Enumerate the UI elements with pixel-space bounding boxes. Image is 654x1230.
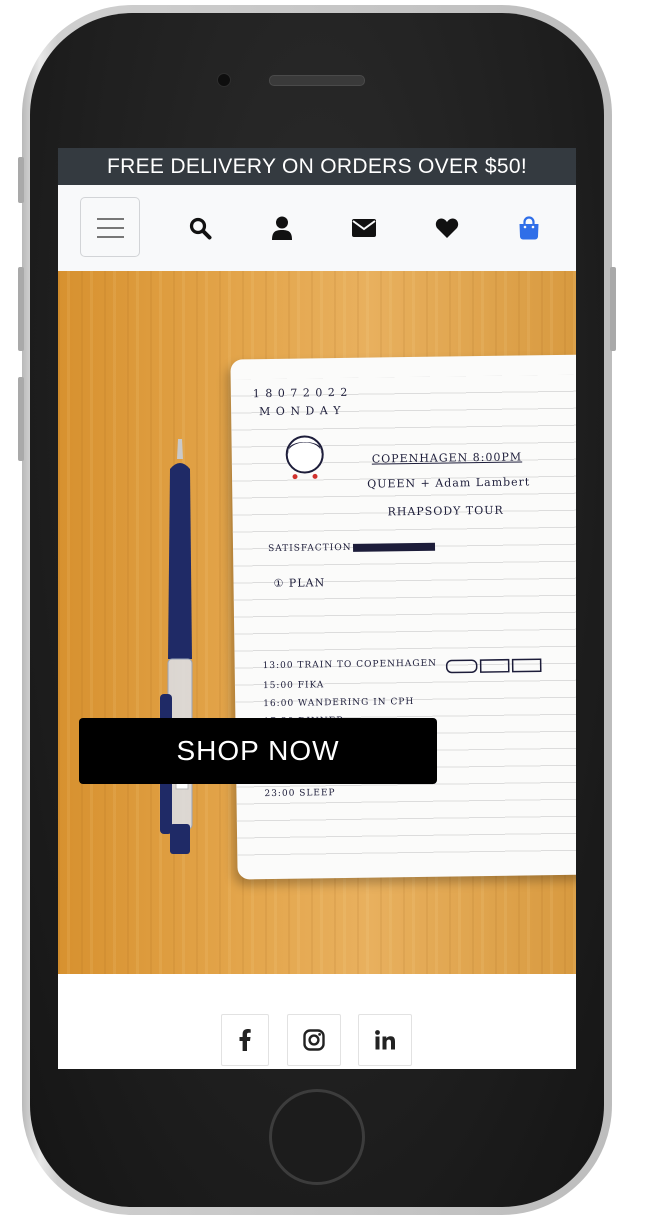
shopping-bag-icon[interactable]	[514, 213, 544, 243]
phone-camera	[217, 73, 231, 87]
linkedin-icon[interactable]	[358, 1014, 412, 1066]
envelope-icon[interactable]	[349, 213, 379, 243]
notebook-photo: 1 8 0 7 2 0 2 2 M O N D A Y COPENHAGEN 8…	[230, 354, 576, 880]
phone-power-button	[610, 267, 616, 351]
phone-speaker	[269, 75, 365, 86]
phone-volume-down	[18, 377, 24, 461]
instagram-icon[interactable]	[287, 1014, 341, 1066]
phone-volume-up	[18, 267, 24, 351]
hero-image: 1 8 0 7 2 0 2 2 M O N D A Y COPENHAGEN 8…	[58, 271, 576, 974]
search-icon[interactable]	[185, 213, 215, 243]
phone-home-button	[269, 1089, 365, 1185]
phone-side-button	[18, 157, 24, 203]
menu-toggle-button[interactable]	[80, 197, 140, 257]
footer	[58, 974, 576, 1069]
pen-photo	[160, 439, 193, 854]
delivery-banner-text: FREE DELIVERY ON ORDERS OVER $50!	[107, 154, 527, 178]
facebook-icon[interactable]	[221, 1014, 269, 1066]
delivery-banner: FREE DELIVERY ON ORDERS OVER $50!	[58, 148, 576, 185]
phone-screen: FREE DELIVERY ON ORDERS OVER $50! 1 8 0 …	[58, 148, 576, 1069]
navbar	[58, 185, 576, 271]
shop-now-button[interactable]: SHOP NOW	[79, 718, 437, 784]
heart-icon[interactable]	[432, 213, 462, 243]
user-icon[interactable]	[267, 213, 297, 243]
